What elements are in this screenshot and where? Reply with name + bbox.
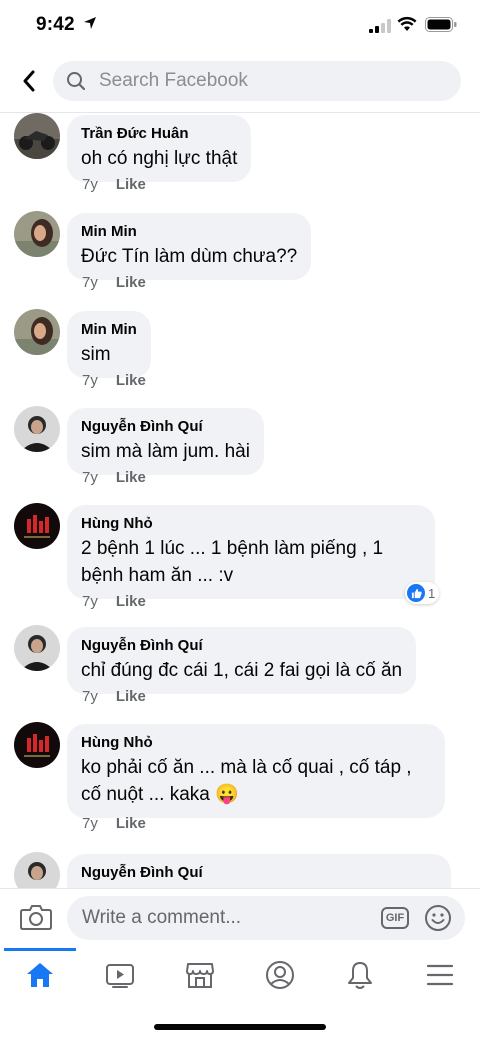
bell-icon (348, 962, 372, 989)
comment-bubble: Hùng Nhỏ ko phải cố ăn ... mà là cố quai… (67, 724, 445, 818)
comment-age: 7y (82, 176, 98, 193)
home-indicator (154, 1024, 326, 1030)
avatar[interactable] (14, 113, 60, 159)
comment-input[interactable] (82, 896, 372, 940)
chevron-left-icon (23, 70, 35, 92)
comment-bubble: Nguyễn Đình Quí sim mà làm jum. hài (67, 408, 264, 475)
location-arrow-icon (84, 17, 96, 29)
comment-input-box[interactable]: GIF (67, 896, 465, 940)
comment-bubble: Nguyễn Đình Quí (67, 854, 451, 888)
comment-age: 7y (82, 469, 98, 486)
comment-author[interactable]: Nguyễn Đình Quí (81, 636, 402, 655)
gif-button[interactable]: GIF (381, 907, 409, 929)
search-header (0, 50, 480, 113)
comment-list: Trần Đức Huân oh có nghị lực thật 7y Like… (0, 113, 480, 888)
comment-composer: GIF (0, 888, 480, 949)
comment-author[interactable]: Nguyễn Đình Quí (81, 863, 437, 882)
cellular-signal-icon (369, 19, 391, 33)
comment-author[interactable]: Min Min (81, 320, 137, 339)
tab-profile[interactable] (240, 948, 320, 1002)
tab-home[interactable] (0, 948, 80, 1002)
comment-author[interactable]: Nguyễn Đình Quí (81, 417, 250, 436)
marketplace-icon (186, 963, 214, 988)
comment-text: chỉ đúng đc cái 1, cái 2 fai gọi là cố ă… (81, 660, 403, 681)
like-button[interactable]: Like (116, 815, 146, 832)
like-button[interactable]: Like (116, 274, 146, 291)
reaction-summary[interactable]: 1 (405, 582, 440, 604)
comment-bubble: Hùng Nhỏ 2 bệnh 1 lúc ... 1 bệnh làm piế… (67, 505, 435, 599)
comment-text: oh có nghị lực thật (81, 148, 238, 169)
search-input[interactable] (99, 61, 439, 101)
comment-author[interactable]: Min Min (81, 222, 297, 241)
wifi-icon (397, 16, 417, 31)
comment-author[interactable]: Hùng Nhỏ (81, 514, 421, 533)
status-time: 9:42 (36, 14, 75, 35)
like-button[interactable]: Like (116, 593, 146, 610)
emoji-icon[interactable] (424, 904, 452, 932)
comment-age: 7y (82, 274, 98, 291)
like-button[interactable]: Like (116, 469, 146, 486)
avatar[interactable] (14, 309, 60, 355)
avatar[interactable] (14, 503, 60, 549)
like-button[interactable]: Like (116, 372, 146, 389)
battery-icon (425, 17, 457, 32)
home-icon (27, 963, 53, 987)
comment-age: 7y (82, 372, 98, 389)
comment-bubble: Min Min Đức Tín làm dùm chưa?? (67, 213, 312, 280)
comment-author[interactable]: Hùng Nhỏ (81, 733, 431, 752)
comment-age: 7y (82, 815, 98, 832)
comment-bubble: Min Min sim (67, 311, 151, 378)
status-bar: 9:42 (0, 0, 480, 50)
avatar[interactable] (14, 852, 60, 888)
thumbs-up-icon (407, 584, 425, 602)
search-bar[interactable] (53, 61, 461, 101)
like-button[interactable]: Like (116, 176, 146, 193)
reaction-count: 1 (428, 585, 436, 601)
avatar[interactable] (14, 211, 60, 257)
comment-bubble: Nguyễn Đình Quí chỉ đúng đc cái 1, cái 2… (67, 627, 417, 694)
like-button[interactable]: Like (116, 688, 146, 705)
comment-bubble: Trần Đức Huân oh có nghị lực thật (67, 115, 252, 182)
comment-age: 7y (82, 688, 98, 705)
comment-text: sim mà làm jum. hài (81, 441, 250, 462)
tab-notifications[interactable] (320, 948, 400, 1002)
comment-text: Đức Tín làm dùm chưa?? (81, 246, 298, 267)
search-icon (67, 72, 86, 91)
avatar[interactable] (14, 722, 60, 768)
comment-text: 2 bệnh 1 lúc ... 1 bệnh làm piếng , 1 bệ… (81, 538, 389, 586)
comment-text: ko phải cố ăn ... mà là cố quai , cố táp… (81, 757, 417, 805)
comment-author[interactable]: Trần Đức Huân (81, 124, 237, 143)
profile-icon (266, 961, 294, 989)
avatar[interactable] (14, 625, 60, 671)
tab-watch[interactable] (80, 948, 160, 1002)
bottom-tab-bar (0, 948, 480, 1039)
comment-age: 7y (82, 593, 98, 610)
back-button[interactable] (14, 66, 44, 96)
tab-marketplace[interactable] (160, 948, 240, 1002)
menu-icon (426, 964, 454, 986)
tab-menu[interactable] (400, 948, 480, 1002)
comment-text: sim (81, 344, 111, 365)
camera-icon[interactable] (20, 903, 52, 931)
video-icon (106, 964, 134, 988)
avatar[interactable] (14, 406, 60, 452)
